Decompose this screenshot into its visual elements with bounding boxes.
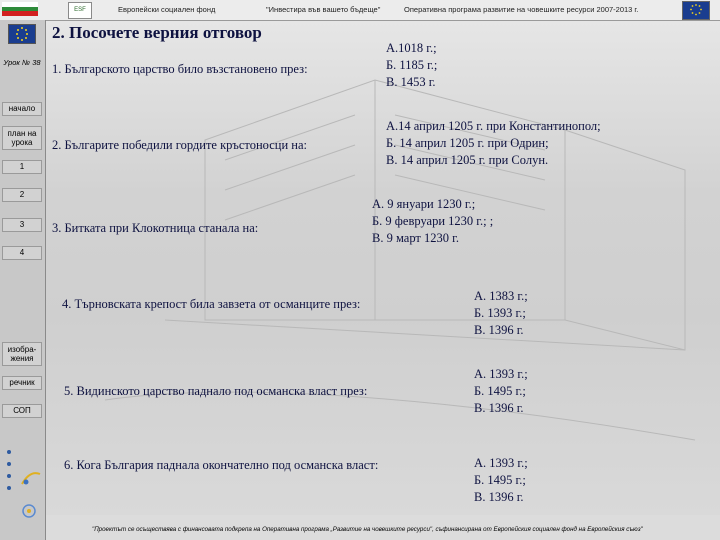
nav-item-2-button[interactable]: 2 (2, 188, 42, 202)
question-4-answers: А. 1383 г.; Б. 1393 г.; В. 1396 г. (474, 288, 528, 339)
footer-note: "Проектът се осъществява с финансовата п… (92, 526, 643, 533)
nav-dictionary-button[interactable]: речник (2, 376, 42, 390)
top-banner: ESF Европейски социален фонд "Инвестира … (0, 0, 720, 21)
left-navigation: Урок № 38 начало план на урока 1 2 3 4 и… (0, 20, 46, 540)
fund-slogan: "Инвестира във вашето бъдеще" (266, 5, 381, 14)
question-6-text: 6. Кога България паднала окончателно под… (64, 458, 379, 472)
question-3-text: 3. Битката при Клокотница станала на: (52, 221, 259, 235)
answer-option[interactable]: А.1018 г.; (386, 40, 437, 57)
nav-item-1-button[interactable]: 1 (2, 160, 42, 174)
answer-option[interactable]: А.14 април 1205 г. при Константинопол; (386, 118, 601, 135)
nav-item-3-button[interactable]: 3 (2, 218, 42, 232)
nav-sop-button[interactable]: СОП (2, 404, 42, 418)
question-3-answers: А. 9 януари 1230 г.; Б. 9 февруари 1230 … (372, 196, 493, 247)
answer-option[interactable]: А. 1393 г.; (474, 366, 528, 383)
answer-option[interactable]: В. 14 април 1205 г. при Солун. (386, 152, 601, 169)
nav-start-button[interactable]: начало (2, 102, 42, 116)
eu-flag-icon (8, 24, 36, 44)
question-4-text: 4. Търновската крепост била завзета от о… (62, 297, 361, 311)
question-1-answers: А.1018 г.; Б. 1185 г.; В. 1453 г. (386, 40, 437, 91)
question-5-text: 5. Видинското царство паднало под османс… (64, 384, 368, 398)
program-name: Оперативна програма развитие на човешкит… (404, 5, 639, 14)
bulgarian-flag-icon (2, 2, 38, 16)
answer-option[interactable]: Б. 14 април 1205 г. при Одрин; (386, 135, 601, 152)
answer-option[interactable]: Б. 9 февруари 1230 г.; ; (372, 213, 493, 230)
answer-option[interactable]: Б. 1185 г.; (386, 57, 437, 74)
answer-option[interactable]: А. 1393 г.; (474, 455, 528, 472)
question-1-text: 1. Българското царство било възстановено… (52, 62, 308, 76)
answer-option[interactable]: В. 1396 г. (474, 322, 528, 339)
answer-option[interactable]: Б. 1393 г.; (474, 305, 528, 322)
lesson-number: Урок № 38 (3, 58, 41, 67)
fund-name: Европейски социален фонд (118, 5, 216, 14)
question-2-answers: А.14 април 1205 г. при Константинопол; Б… (386, 118, 601, 169)
question-5-answers: А. 1393 г.; Б. 1495 г.; В. 1396 г. (474, 366, 528, 417)
answer-option[interactable]: А. 9 януари 1230 г.; (372, 196, 493, 213)
background-illustration (45, 20, 720, 515)
nav-images-button[interactable]: изобра-жения (2, 342, 42, 366)
answer-option[interactable]: Б. 1495 г.; (474, 383, 528, 400)
page-title: 2. Посочете верния отговор (52, 23, 262, 42)
sop-logo-icon (20, 468, 42, 488)
question-2-text: 2. Българите победили гордите кръстоносц… (52, 138, 307, 152)
fce-logo-icon (20, 502, 40, 520)
vertical-logo-icon (4, 448, 14, 500)
esf-logo-icon: ESF (68, 2, 92, 19)
nav-lesson-plan-button[interactable]: план на урока (2, 126, 42, 150)
eu-flag-icon (682, 1, 710, 20)
answer-option[interactable]: В. 1453 г. (386, 74, 437, 91)
question-6-answers: А. 1393 г.; Б. 1495 г.; В. 1396 г. (474, 455, 528, 506)
answer-option[interactable]: В. 1396 г. (474, 400, 528, 417)
answer-option[interactable]: В. 9 март 1230 г. (372, 230, 493, 247)
answer-option[interactable]: Б. 1495 г.; (474, 472, 528, 489)
answer-option[interactable]: В. 1396 г. (474, 489, 528, 506)
nav-item-4-button[interactable]: 4 (2, 246, 42, 260)
answer-option[interactable]: А. 1383 г.; (474, 288, 528, 305)
